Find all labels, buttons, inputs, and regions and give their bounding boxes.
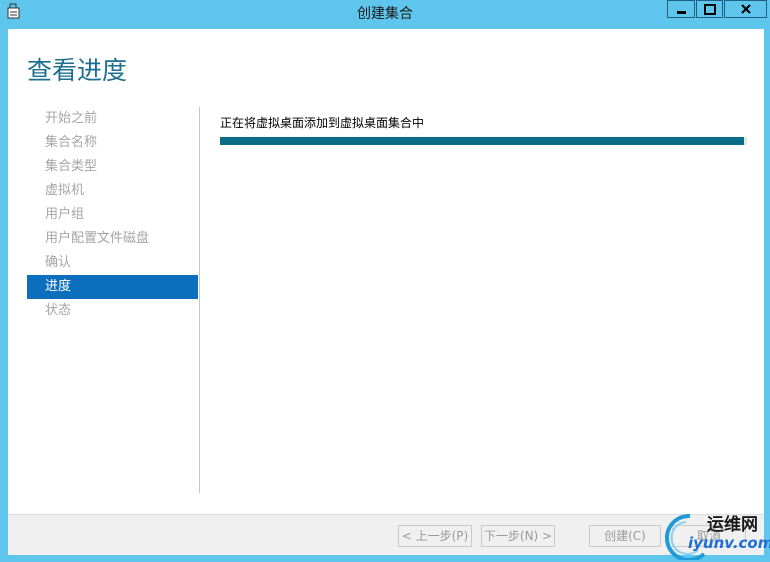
- watermark-url: iyunv.com: [688, 534, 770, 552]
- minimize-icon: [677, 11, 686, 14]
- title-bar[interactable]: 创建集合: [0, 0, 770, 24]
- maximize-icon: [704, 4, 716, 15]
- nav-item-user-profile-disks: 用户配置文件磁盘: [45, 231, 150, 246]
- nav-item-user-groups: 用户组: [45, 207, 85, 222]
- watermark-name: 运维网: [707, 515, 758, 535]
- wizard-footer: < 上一步(P) 下一步(N) > 创建(C) 取消: [8, 514, 764, 555]
- progress-status-text: 正在将虚拟桌面添加到虚拟桌面集合中: [220, 116, 425, 130]
- nav-item-before-you-begin: 开始之前: [45, 111, 98, 126]
- nav-item-collection-name: 集合名称: [45, 135, 98, 150]
- previous-button[interactable]: < 上一步(P): [398, 525, 472, 547]
- wizard-client-area: 查看进度 开始之前 集合名称 集合类型 虚拟机 用户组 用户配置文件磁盘 确认 …: [8, 29, 764, 555]
- page-title: 查看进度: [27, 56, 128, 85]
- close-icon: [741, 4, 751, 14]
- progress-bar: [220, 137, 747, 145]
- nav-item-status: 状态: [45, 303, 72, 318]
- close-button[interactable]: [724, 0, 767, 18]
- wizard-nav: 开始之前 集合名称 集合类型 虚拟机 用户组 用户配置文件磁盘 确认 进度 状态: [27, 107, 198, 323]
- nav-item-collection-type: 集合类型: [45, 159, 98, 174]
- nav-item-progress: 进度: [27, 275, 198, 299]
- next-button[interactable]: 下一步(N) >: [481, 525, 555, 547]
- maximize-button[interactable]: [696, 0, 723, 18]
- minimize-button[interactable]: [667, 0, 695, 18]
- nav-item-confirmation: 确认: [45, 255, 72, 270]
- create-button[interactable]: 创建(C): [589, 525, 661, 547]
- nav-item-virtual-machines: 虚拟机: [45, 183, 85, 198]
- site-watermark: 运维网 iyunv.com: [660, 508, 770, 560]
- window-title: 创建集合: [357, 6, 413, 22]
- nav-divider: [199, 107, 200, 493]
- progress-bar-fill: [220, 137, 745, 145]
